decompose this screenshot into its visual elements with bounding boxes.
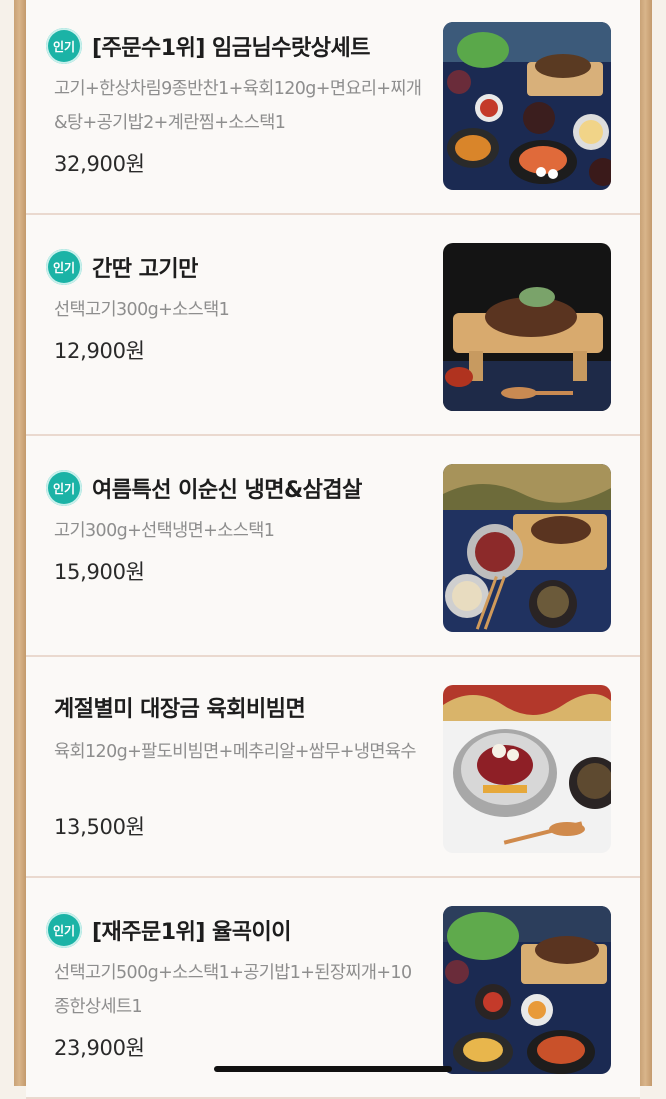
menu-item-title: 간딴 고기만 <box>92 257 198 282</box>
popular-badge: 인기 <box>46 249 82 285</box>
left-frame-border <box>14 0 26 1086</box>
menu-item-price: 13,500원 <box>54 815 145 839</box>
menu-item-price: 23,900원 <box>54 1036 145 1060</box>
menu-item[interactable]: 인기 [주문수1위] 임금님수랏상세트 고기+한상차림9종반찬1+육회120g+… <box>26 0 640 215</box>
menu-item-title: [주문수1위] 임금님수랏상세트 <box>92 36 370 61</box>
menu-item-photo <box>443 243 611 411</box>
menu-item-title-row: 인기 [주문수1위] 임금님수랏상세트 <box>46 28 370 64</box>
menu-item-title-row: 인기 간딴 고기만 <box>46 249 198 285</box>
menu-item-description: 육회120g+팔도비빔면+메추리알+쌈무+냉면육수 <box>54 742 416 762</box>
menu-item-title: [재주문1위] 율곡이이 <box>92 920 292 945</box>
menu-item-price: 32,900원 <box>54 152 145 176</box>
menu-item-description: 선택고기300g+소스택1 <box>54 300 230 320</box>
right-frame-border <box>640 0 652 1086</box>
menu-item-photo <box>443 906 611 1074</box>
menu-item[interactable]: 계절별미 대장금 육회비빔면 육회120g+팔도비빔면+메추리알+쌈무+냉면육수… <box>26 657 640 878</box>
menu-item-price: 12,900원 <box>54 339 145 363</box>
popular-badge: 인기 <box>46 470 82 506</box>
menu-item-description: 고기+한상차림9종반찬1+육회120g+면요리+찌개&탕+공기밥2+계란찜+소스… <box>54 79 422 133</box>
menu-list: 인기 [주문수1위] 임금님수랏상세트 고기+한상차림9종반찬1+육회120g+… <box>26 0 640 1099</box>
menu-item-title: 계절별미 대장금 육회비빔면 <box>54 697 306 722</box>
menu-item-photo <box>443 685 611 853</box>
menu-item[interactable]: 인기 간딴 고기만 선택고기300g+소스택1 12,900원 <box>26 215 640 436</box>
popular-badge: 인기 <box>46 912 82 948</box>
menu-item-title-row: 인기 여름특선 이순신 냉면&삼겹살 <box>46 470 362 506</box>
home-indicator[interactable] <box>214 1066 452 1072</box>
menu-item-title-row: 계절별미 대장금 육회비빔면 <box>46 691 306 723</box>
menu-item-title: 여름특선 이순신 냉면&삼겹살 <box>92 478 362 503</box>
popular-badge: 인기 <box>46 28 82 64</box>
menu-item-description: 고기300g+선택냉면+소스택1 <box>54 521 275 541</box>
menu-item[interactable]: 인기 여름특선 이순신 냉면&삼겹살 고기300g+선택냉면+소스택1 15,9… <box>26 436 640 657</box>
menu-item-title-row: 인기 [재주문1위] 율곡이이 <box>46 912 292 948</box>
menu-item-description: 선택고기500g+소스택1+공기밥1+된장찌개+10종한상세트1 <box>54 963 412 1017</box>
menu-item-photo <box>443 464 611 632</box>
menu-item-price: 15,900원 <box>54 560 145 584</box>
menu-item-photo <box>443 22 611 190</box>
